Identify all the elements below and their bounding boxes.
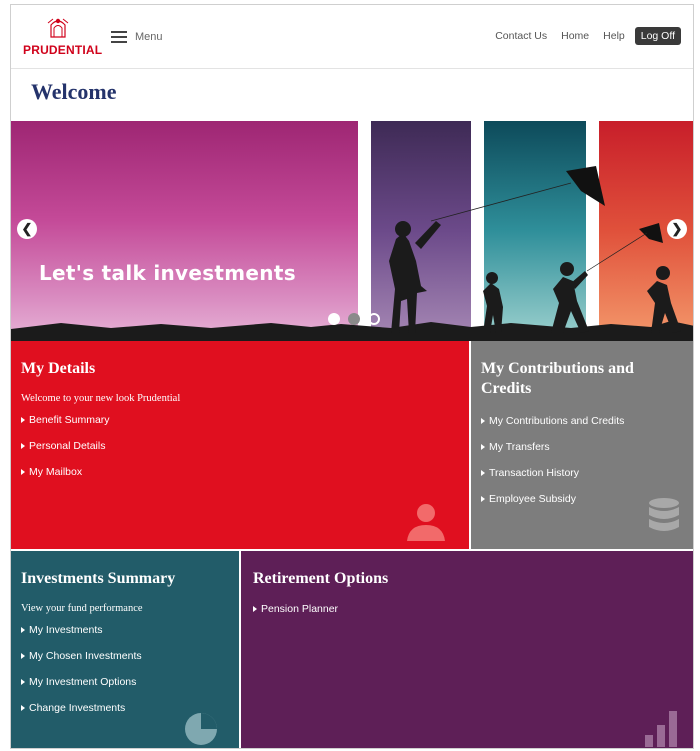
prudential-logo-icon xyxy=(47,18,69,38)
carousel-dot-2[interactable] xyxy=(348,313,360,325)
bullet-arrow-icon xyxy=(21,679,25,685)
bullet-arrow-icon xyxy=(21,469,25,475)
investments-title[interactable]: Investments Summary xyxy=(21,569,229,589)
bullet-arrow-icon xyxy=(481,470,485,476)
database-icon xyxy=(649,498,679,531)
page-title: Welcome xyxy=(31,79,117,104)
my-mailbox-link[interactable]: My Mailbox xyxy=(21,466,459,478)
hero-carousel: Let's talk investments ❮ ❯ xyxy=(11,121,693,341)
my-investments-link[interactable]: My Investments xyxy=(21,624,229,636)
logo[interactable]: PRUDENTIAL xyxy=(23,15,111,59)
my-investment-options-link[interactable]: My Investment Options xyxy=(21,676,229,688)
bullet-arrow-icon xyxy=(21,653,25,659)
kite-children-silhouette xyxy=(11,166,693,341)
user-icon xyxy=(407,504,445,541)
log-off-button[interactable]: Log Off xyxy=(634,27,681,45)
retirement-links: Pension Planner xyxy=(253,603,683,615)
page-frame: PRUDENTIAL Menu Contact Us Home Help Log… xyxy=(10,4,694,749)
link-label: My Investments xyxy=(29,624,103,636)
link-label: Employee Subsidy xyxy=(489,493,576,505)
bullet-arrow-icon xyxy=(481,496,485,502)
link-label: Change Investments xyxy=(29,702,126,714)
contact-us-link[interactable]: Contact Us xyxy=(495,30,547,42)
investments-intro: View your fund performance xyxy=(21,603,143,614)
link-label: My Transfers xyxy=(489,441,550,453)
link-label: Personal Details xyxy=(29,440,106,452)
link-label: My Mailbox xyxy=(29,466,83,478)
carousel-dot-3[interactable] xyxy=(368,313,380,325)
arrow-left-circle-icon: ❮ xyxy=(21,221,33,236)
retirement-title[interactable]: Retirement Options xyxy=(253,569,683,589)
my-details-intro: Welcome to your new look Prudential xyxy=(21,393,181,404)
my-details-links: Benefit Summary Personal Details My Mail… xyxy=(21,414,459,478)
investments-summary-tile: Investments Summary View your fund perfo… xyxy=(11,551,239,748)
carousel-indicators xyxy=(328,313,388,325)
bullet-arrow-icon xyxy=(21,417,25,423)
top-nav: Contact Us Home Help Log Off xyxy=(481,27,681,45)
contributions-title[interactable]: My Contributions and Credits xyxy=(481,359,685,399)
bullet-arrow-icon xyxy=(21,705,25,711)
logo-text: PRUDENTIAL xyxy=(23,43,103,57)
transaction-history-link[interactable]: Transaction History xyxy=(481,467,685,479)
bullet-arrow-icon xyxy=(253,606,257,612)
carousel-next-button[interactable]: ❯ xyxy=(667,219,687,239)
help-link[interactable]: Help xyxy=(603,30,625,42)
bar-chart-icon xyxy=(645,711,677,747)
link-label: Transaction History xyxy=(489,467,580,479)
link-label: Benefit Summary xyxy=(29,414,110,426)
contributions-links: My Contributions and Credits My Transfer… xyxy=(481,415,685,505)
my-details-tile: My Details Welcome to your new look Prud… xyxy=(11,341,469,549)
carousel-dot-1[interactable] xyxy=(328,313,340,325)
my-transfers-link[interactable]: My Transfers xyxy=(481,441,685,453)
bullet-arrow-icon xyxy=(21,443,25,449)
home-link[interactable]: Home xyxy=(561,30,589,42)
pension-planner-link[interactable]: Pension Planner xyxy=(253,603,683,615)
link-label: Pension Planner xyxy=(261,603,339,615)
carousel-prev-button[interactable]: ❮ xyxy=(17,219,37,239)
pie-chart-icon xyxy=(185,713,217,745)
bullet-arrow-icon xyxy=(481,418,485,424)
my-chosen-investments-link[interactable]: My Chosen Investments xyxy=(21,650,229,662)
menu-label: Menu xyxy=(135,31,163,43)
bullet-arrow-icon xyxy=(21,627,25,633)
investments-links: My Investments My Chosen Investments My … xyxy=(21,624,229,714)
banner-headline: Let's talk investments xyxy=(39,261,296,285)
benefit-summary-link[interactable]: Benefit Summary xyxy=(21,414,459,426)
link-label: My Investment Options xyxy=(29,676,137,688)
my-contributions-link[interactable]: My Contributions and Credits xyxy=(481,415,685,427)
retirement-options-tile: Retirement Options Pension Planner xyxy=(241,551,693,748)
header: PRUDENTIAL Menu Contact Us Home Help Log… xyxy=(11,5,693,69)
contributions-tile: My Contributions and Credits My Contribu… xyxy=(471,341,693,549)
bullet-arrow-icon xyxy=(481,444,485,450)
personal-details-link[interactable]: Personal Details xyxy=(21,440,459,452)
my-details-title[interactable]: My Details xyxy=(21,359,459,379)
link-label: My Chosen Investments xyxy=(29,650,142,662)
menu-button[interactable]: Menu xyxy=(111,27,163,47)
arrow-right-circle-icon: ❯ xyxy=(671,221,683,236)
link-label: My Contributions and Credits xyxy=(489,415,625,427)
hamburger-icon xyxy=(111,31,127,43)
